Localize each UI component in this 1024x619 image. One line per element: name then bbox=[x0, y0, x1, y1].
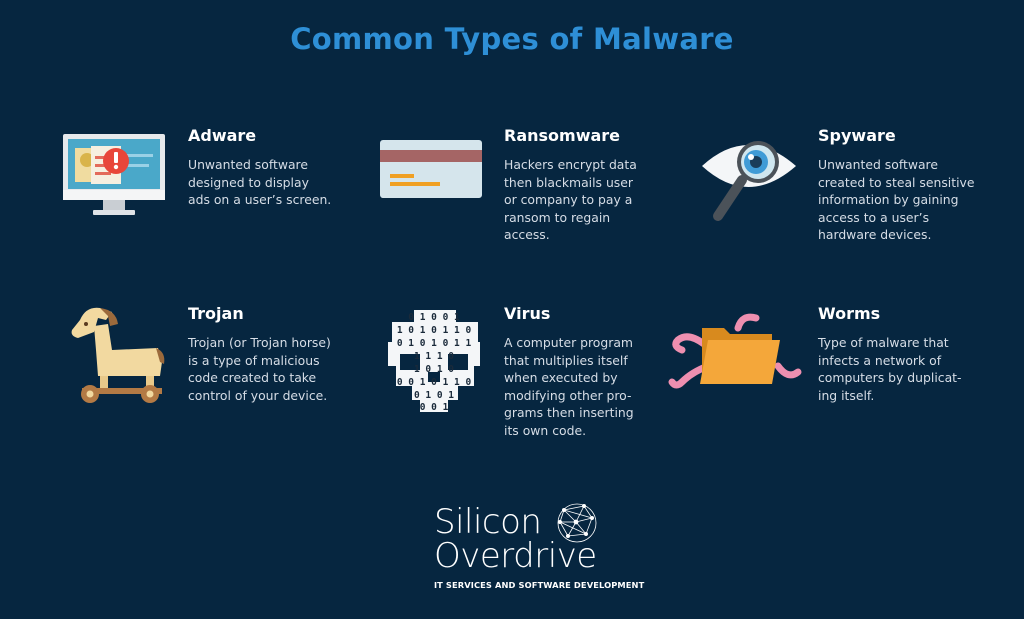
page-title: Common Types of Malware bbox=[290, 22, 734, 56]
card-title: Ransomware bbox=[504, 126, 621, 145]
logo-tagline: IT SERVICES AND SOFTWARE DEVELOPMENT bbox=[434, 580, 645, 590]
binary-row: 0 1 0 0 1 bbox=[408, 312, 460, 323]
card-title: Adware bbox=[188, 126, 257, 145]
binary-skull-icon: 0 1 0 0 1 1 0 1 0 1 1 0 0 1 0 1 0 1 1 1 … bbox=[388, 310, 480, 413]
card-description: Hackers encrypt data then blackmails use… bbox=[504, 157, 637, 242]
company-logo: Silicon Overdrive IT SERVICES AND SOFTWA… bbox=[430, 500, 644, 600]
card-title: Worms bbox=[818, 304, 881, 323]
trojan-horse-icon bbox=[71, 307, 165, 403]
credit-card-icon bbox=[380, 140, 482, 198]
card-title: Virus bbox=[504, 304, 551, 323]
folder-worms-icon bbox=[668, 313, 802, 389]
card-description: Type of malware that infects a network o… bbox=[818, 335, 962, 403]
binary-row: 0 0 1 bbox=[420, 402, 449, 413]
binary-row: 1 1 1 0 bbox=[414, 351, 454, 362]
card-description: Trojan (or Trojan horse) is a type of ma… bbox=[188, 335, 331, 403]
eye-magnifier-icon bbox=[702, 141, 796, 221]
binary-row: 0 1 0 1 bbox=[414, 390, 454, 401]
network-sphere-icon bbox=[557, 503, 597, 543]
card-description: Unwanted software created to steal sensi… bbox=[818, 157, 975, 242]
binary-row: 1 0 1 0 bbox=[414, 364, 454, 375]
binary-row: 0 0 1 0 1 1 0 bbox=[397, 377, 472, 388]
binary-row: 1 0 1 0 1 1 0 bbox=[397, 325, 472, 336]
binary-row: 0 1 0 1 0 1 1 bbox=[397, 338, 472, 349]
card-title: Trojan bbox=[188, 304, 244, 323]
monitor-alert-icon bbox=[63, 134, 165, 215]
card-title: Spyware bbox=[818, 126, 896, 145]
card-description: Unwanted software designed to display ad… bbox=[188, 157, 332, 207]
card-description: A computer program that multiplies itsel… bbox=[504, 335, 634, 438]
